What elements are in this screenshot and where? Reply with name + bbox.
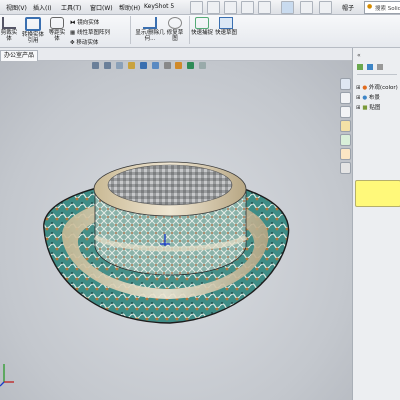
search-box[interactable]: ● 搜索 Solidworks	[364, 1, 400, 14]
menu-keyshot[interactable]: KeyShot 5	[144, 3, 174, 10]
search-icon: ●	[367, 3, 373, 10]
ribbon-separator	[130, 16, 131, 44]
expand-icon[interactable]: ⊞	[356, 105, 361, 111]
repair-sketch-button[interactable]: 修复草图	[165, 17, 185, 42]
file-explorer-tab-icon[interactable]	[340, 106, 351, 118]
offset-entities-button[interactable]: 等距实体	[47, 17, 67, 42]
trim-entities-button[interactable]: 剪裁实体	[0, 17, 18, 42]
print-button[interactable]	[241, 1, 254, 14]
decal-icon: ■	[362, 105, 368, 111]
view-palette-tab-icon[interactable]	[340, 120, 351, 132]
convert-label: 转换实体引用	[22, 32, 45, 44]
solidworks-resources-tab-icon[interactable]	[340, 162, 351, 174]
pane-back-icon[interactable]: «	[357, 52, 361, 59]
command-tab-bar: 办公室产品	[0, 48, 352, 61]
relations-label: 显示/删除几何...	[135, 30, 165, 42]
reference-triad	[0, 364, 14, 387]
move-label: 移动实体	[76, 40, 99, 46]
pattern-icon: ▦	[70, 30, 77, 36]
pane-toolbar	[357, 64, 397, 75]
menu-help[interactable]: 帮助(H)	[119, 3, 140, 12]
offset-label: 等距实体	[48, 30, 66, 42]
convert-icon	[25, 17, 41, 31]
undo-button[interactable]	[258, 1, 271, 14]
document-title: 帽子	[342, 5, 355, 12]
custom-properties-tab-icon[interactable]	[340, 148, 351, 160]
relations-icon	[143, 17, 157, 29]
appearances-tab-icon[interactable]	[340, 134, 351, 146]
menu-view[interactable]: 视图(V)	[6, 3, 27, 12]
trim-icon	[2, 17, 16, 29]
appearance-preview-swatch[interactable]	[355, 180, 400, 207]
pattern-label: 线性草图阵列	[76, 30, 110, 36]
rapid-sketch-icon	[219, 17, 233, 29]
rapid-sketch-button[interactable]: 快速草图	[214, 17, 238, 36]
search-placeholder: 搜索 Solidworks	[375, 6, 400, 12]
tab-office-products[interactable]: 办公室产品	[0, 50, 39, 61]
scene-icon: ●	[362, 95, 368, 101]
mirror-label: 镜向实体	[77, 20, 100, 26]
hat-model[interactable]	[0, 61, 352, 400]
new-file-button[interactable]	[190, 1, 203, 14]
menu-window[interactable]: 窗口(W)	[90, 3, 113, 12]
open-file-button[interactable]	[207, 1, 220, 14]
snap-icon	[195, 17, 209, 29]
snap-label: 快速捕捉	[191, 30, 214, 36]
tree-item-scene[interactable]: ⊞ ● 布景	[356, 93, 380, 101]
save-button[interactable]	[224, 1, 237, 14]
expand-icon[interactable]: ⊞	[356, 95, 361, 101]
linear-pattern-button[interactable]: ▦ 线性草图阵列	[70, 28, 110, 36]
menu-bar: 视图(V) 插入(I) 工具(T) 窗口(W) 帮助(H) KeyShot 5 …	[0, 0, 400, 15]
task-pane-tabs	[340, 78, 352, 176]
convert-entities-button[interactable]: 转换实体引用	[22, 17, 44, 44]
rebuild-button[interactable]	[300, 1, 313, 14]
repair-label: 修复草图	[166, 30, 184, 42]
display-delete-relations-button[interactable]: 显示/删除几何...	[135, 17, 165, 42]
refresh-icon[interactable]	[376, 64, 383, 70]
tree-item-label: 贴图	[369, 105, 381, 111]
offset-icon	[50, 17, 64, 29]
trim-label: 剪裁实体	[0, 30, 18, 42]
menu-insert[interactable]: 插入(I)	[33, 3, 51, 12]
tree-item-label: 布景	[368, 95, 380, 101]
apply-icon[interactable]	[357, 64, 363, 70]
select-button[interactable]	[281, 1, 294, 14]
tree-item-label: 外观(color)	[368, 85, 398, 91]
move-entities-button[interactable]: ✥ 移动实体	[70, 38, 98, 46]
command-manager-ribbon: 剪裁实体 转换实体引用 等距实体 ⧓ 镜向实体 ▦ 线性草图阵列 ✥ 移动实体 …	[0, 15, 400, 48]
home-tab-icon[interactable]	[340, 78, 351, 90]
tree-item-decals[interactable]: ⊞ ■ 贴图	[356, 103, 380, 111]
menu-tools[interactable]: 工具(T)	[61, 3, 81, 12]
repair-icon	[168, 17, 182, 29]
design-library-tab-icon[interactable]	[340, 92, 351, 104]
ribbon-separator	[189, 16, 190, 44]
tree-item-appearance[interactable]: ⊞ ● 外观(color)	[356, 83, 398, 91]
expand-icon[interactable]: ⊞	[356, 85, 361, 91]
home-icon[interactable]	[366, 64, 373, 70]
options-button[interactable]	[319, 1, 332, 14]
rapid-sketch-label: 快速草图	[214, 30, 237, 36]
mirror-entities-button[interactable]: ⧓ 镜向实体	[70, 18, 99, 26]
appearance-icon: ●	[362, 85, 368, 91]
quick-snaps-button[interactable]: 快速捕捉	[191, 17, 213, 36]
